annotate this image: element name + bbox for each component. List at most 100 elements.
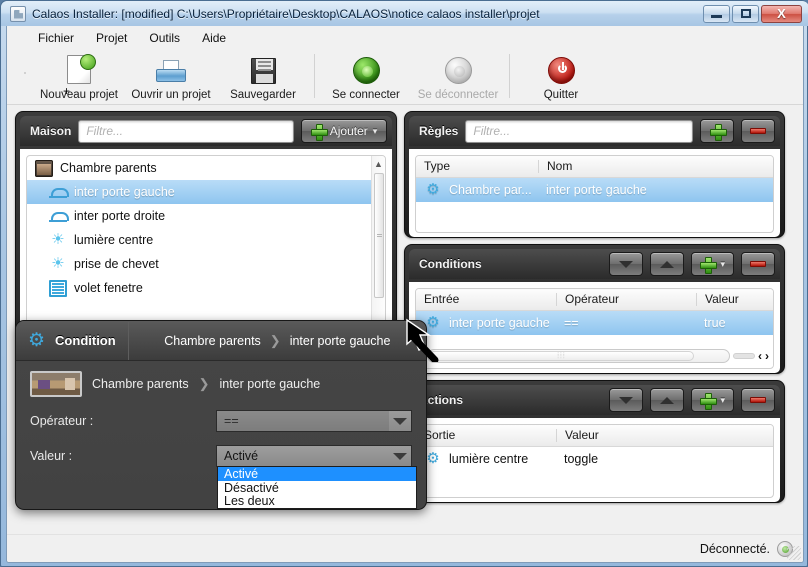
close-button[interactable]: X (761, 4, 802, 23)
resize-grip[interactable] (787, 546, 801, 560)
actions-remove-button[interactable] (741, 388, 775, 412)
menu-projet[interactable]: Projet (85, 28, 138, 48)
conditions-add-button[interactable]: ▾ (691, 252, 734, 276)
maison-add-button[interactable]: Ajouter ▾ (301, 119, 387, 143)
menu-aide[interactable]: Aide (191, 28, 237, 48)
column-type[interactable]: Type (416, 160, 538, 173)
breadcrumb-item: inter porte gauche (289, 333, 391, 348)
tree-item-inter-porte-droite[interactable]: inter porte droite (27, 204, 385, 228)
regles-filter-input[interactable]: Filtre... (465, 119, 693, 143)
value-label: Valeur : (30, 449, 73, 463)
toolbar-open-project[interactable]: Ouvrir un projet (125, 52, 217, 101)
column-nom[interactable]: Nom (538, 160, 773, 173)
actions-title: Actions (419, 393, 464, 407)
floppy-disk-icon (247, 55, 279, 87)
grey-power-icon (442, 55, 474, 87)
dropdown-option-lesdeux[interactable]: Les deux (218, 494, 416, 507)
table-row[interactable]: ⚙ Chambre par... inter porte gauche (416, 178, 773, 202)
maison-filter-input[interactable]: Filtre... (78, 119, 294, 143)
regles-table[interactable]: Type Nom ⚙ Chambre par... inter porte ga… (415, 155, 774, 233)
column-sortie[interactable]: Sortie (416, 429, 556, 442)
chevron-right-icon: ❯ (198, 376, 210, 391)
table-row[interactable]: ⚙ lumière centre toggle (416, 447, 773, 471)
triangle-up-icon (660, 260, 675, 268)
condition-target-row: Chambre parents ❯ inter porte gauche (30, 371, 412, 397)
toolbar-quit[interactable]: Quitter (515, 52, 607, 101)
dropdown-option-active[interactable]: Activé (218, 467, 416, 481)
cell-type: Chambre par... (449, 183, 532, 197)
tree-item-inter-porte-gauche[interactable]: inter porte gauche (27, 180, 385, 204)
conditions-list-container: Entrée Opérateur Valeur ⚙ inter porte ga… (409, 282, 780, 373)
menu-fichier[interactable]: Fichier (27, 28, 85, 48)
target-item-label: inter porte gauche (219, 377, 321, 391)
dropdown-option-desactive[interactable]: Désactivé (218, 481, 416, 494)
tree-item-lumiere-centre[interactable]: ☀ lumière centre (27, 228, 385, 252)
cell-valeur: toggle (564, 452, 599, 466)
switch-icon (49, 184, 69, 201)
conditions-title: Conditions (419, 257, 482, 271)
room-icon (35, 159, 53, 177)
regles-header: Règles Filtre... (409, 116, 780, 146)
tree-item-chambre-parents[interactable]: Chambre parents (27, 156, 385, 180)
main-toolbar: + Nouveau projet Ouvrir un projet Sauveg… (7, 50, 803, 105)
value-dropdown-list[interactable]: Activé Désactivé Les deux (217, 466, 417, 509)
red-power-icon (545, 55, 577, 87)
scroll-left-icon-2[interactable]: ‹ (758, 349, 762, 363)
chevron-down-icon[interactable] (389, 411, 411, 431)
actions-move-down-button[interactable] (609, 388, 644, 412)
conditions-move-down-button[interactable] (609, 252, 644, 276)
regles-add-button[interactable] (700, 119, 734, 143)
conditions-table-header: Entrée Opérateur Valeur (416, 289, 773, 311)
column-valeur[interactable]: Valeur (696, 293, 773, 306)
column-operateur[interactable]: Opérateur (556, 293, 696, 306)
tree-item-label: inter porte droite (74, 209, 166, 223)
conditions-remove-button[interactable] (741, 252, 775, 276)
table-row[interactable]: ⚙ inter porte gauche == true (416, 311, 773, 335)
conditions-move-up-button[interactable] (650, 252, 685, 276)
tree-item-prise-de-chevet[interactable]: ☀ prise de chevet (27, 252, 385, 276)
column-entree[interactable]: Entrée (416, 293, 556, 306)
toolbar-new-project[interactable]: + Nouveau projet (33, 52, 125, 101)
mouse-cursor-icon (406, 318, 439, 362)
maximize-button[interactable] (732, 4, 759, 23)
rules-column: Règles Filtre... Type Nom ⚙ Chambre par.… (404, 111, 785, 503)
scroll-up-icon[interactable]: ▲ (372, 156, 385, 171)
value-select[interactable]: Activé (216, 445, 412, 467)
operator-select[interactable]: == (216, 410, 412, 432)
conditions-horizontal-scrollbar[interactable]: ‹ ⦙⦙⦙ ‹ › (416, 345, 773, 367)
triangle-up-icon (660, 396, 675, 404)
actions-add-button[interactable]: ▾ (691, 388, 734, 412)
application-window: Calaos Installer: [modified] C:\Users\Pr… (0, 0, 808, 567)
chevron-down-icon: ▾ (720, 258, 725, 269)
chevron-down-icon: ▾ (720, 394, 725, 405)
title-bar: Calaos Installer: [modified] C:\Users\Pr… (1, 1, 808, 26)
tree-item-label: volet fenetre (74, 281, 143, 295)
toolbar-grip[interactable] (21, 52, 29, 96)
actions-move-up-button[interactable] (650, 388, 685, 412)
toolbar-connect-label: Se connecter (332, 89, 400, 101)
hscroll-track[interactable]: ⦙⦙⦙ (427, 349, 730, 363)
toolbar-save[interactable]: Sauvegarder (217, 52, 309, 101)
hscroll-tail (733, 353, 755, 359)
operator-label: Opérateur : (30, 414, 94, 428)
menu-outils[interactable]: Outils (138, 28, 191, 48)
column-valeur[interactable]: Valeur (556, 429, 773, 442)
condition-dialog-title: Condition (55, 333, 116, 348)
scroll-thumb[interactable] (374, 173, 384, 298)
actions-table[interactable]: Sortie Valeur ⚙ lumière centre toggle (415, 424, 774, 498)
hscroll-thumb[interactable]: ⦙⦙⦙ (429, 351, 694, 361)
conditions-table[interactable]: Entrée Opérateur Valeur ⚙ inter porte ga… (415, 288, 774, 369)
green-plus-icon (700, 256, 718, 274)
green-plus-icon (709, 123, 727, 141)
toolbar-connect[interactable]: Se connecter (320, 52, 412, 101)
actions-table-header: Sortie Valeur (416, 425, 773, 447)
scroll-right-icon[interactable]: › (765, 349, 769, 363)
regles-remove-button[interactable] (741, 119, 775, 143)
green-power-icon (350, 55, 382, 87)
regles-table-header: Type Nom (416, 156, 773, 178)
chevron-down-icon[interactable] (389, 446, 411, 466)
toolbar-disconnect[interactable]: Se déconnecter (412, 52, 504, 101)
minimize-button[interactable] (703, 4, 730, 23)
tree-item-volet-fenetre[interactable]: volet fenetre (27, 276, 385, 300)
breadcrumb-room: Chambre parents (164, 333, 261, 348)
